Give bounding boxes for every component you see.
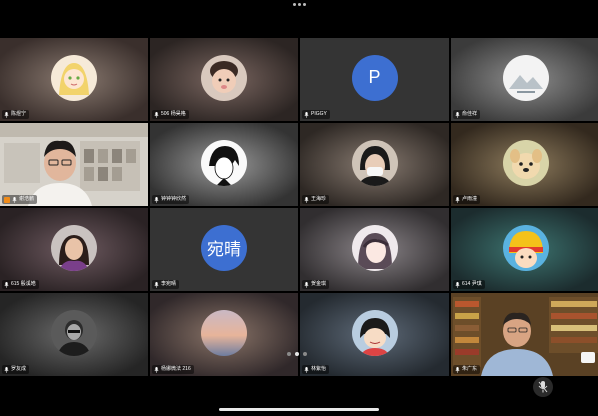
mic-icon — [304, 111, 309, 118]
participant-name: 王海珍 — [311, 196, 327, 202]
participant-name: 李宛晴 — [161, 281, 177, 287]
participant-grid: 陈煜宁 506 杨昊格 P PIGGY 俞佳祥 谢浩鹏 钟钟钟欣然 王海珍 卢雨… — [0, 38, 598, 378]
screen-share-icon — [581, 352, 595, 363]
participant-tile[interactable]: 陈煜宁 — [0, 38, 148, 121]
participant-name-plate: 贺金琪 — [302, 280, 330, 289]
participant-name-plate: 卢雨潼 — [453, 195, 481, 204]
mute-button[interactable] — [533, 377, 553, 397]
participant-tile[interactable]: 615 殷溪皓 — [0, 208, 148, 291]
mic-icon — [304, 366, 309, 373]
participant-name-plate: 朱广东 — [453, 365, 481, 374]
participant-name-plate: 谢浩鹏 — [2, 195, 38, 204]
baby-photo-avatar — [201, 54, 247, 101]
mic-icon — [455, 281, 460, 288]
mic-icon — [304, 281, 309, 288]
participant-tile[interactable]: 506 杨昊格 — [150, 38, 298, 121]
participant-tile[interactable]: 俞佳祥 — [451, 38, 598, 121]
participant-tile[interactable]: P PIGGY — [300, 38, 449, 121]
mic-icon — [4, 111, 9, 118]
active-speaker-tile[interactable]: 朱广东 — [451, 293, 598, 376]
mountain-avatar — [502, 54, 549, 101]
participant-tile[interactable]: 宛晴 李宛晴 — [150, 208, 298, 291]
mic-icon — [304, 196, 309, 203]
cartoon-helmet-avatar — [502, 224, 549, 271]
participant-tile[interactable]: 罗友成 — [0, 293, 148, 376]
mic-icon — [12, 196, 17, 203]
host-badge-icon — [4, 196, 10, 203]
participant-name: 卢雨潼 — [462, 196, 478, 202]
mic-icon — [154, 111, 159, 118]
participant-name: 贺金琪 — [311, 281, 327, 287]
participant-name-plate: 钟钟钟欣然 — [152, 195, 190, 204]
participant-tile[interactable]: 王海珍 — [300, 123, 449, 206]
participant-name: 陈煜宁 — [11, 111, 27, 117]
participant-tile[interactable]: 谢浩鹏 — [0, 123, 148, 206]
window-handle-dots[interactable] — [290, 3, 308, 9]
man-glasses-video — [0, 123, 148, 206]
woman-photo-avatar — [51, 224, 97, 271]
participant-tile[interactable]: 贺金琪 — [300, 208, 449, 291]
participant-name: 钟钟钟欣然 — [161, 196, 187, 202]
participant-name-plate: 615 殷溪皓 — [2, 280, 39, 289]
participant-tile[interactable]: 林紫怡 — [300, 293, 449, 376]
participant-name: 林紫怡 — [311, 366, 327, 372]
text-avatar: 宛晴 — [201, 224, 247, 271]
mic-icon — [4, 281, 9, 288]
letter-avatar: P — [351, 54, 398, 101]
participant-name-plate: 陈煜宁 — [2, 110, 30, 119]
mic-off-icon — [538, 381, 548, 393]
mic-icon — [4, 366, 9, 373]
masked-person-avatar — [351, 139, 398, 186]
anime-boy-avatar — [201, 139, 247, 186]
mic-icon — [455, 111, 460, 118]
page-indicator[interactable] — [287, 352, 307, 356]
mic-icon — [154, 366, 159, 373]
participant-name: 614 尹琪 — [462, 281, 482, 287]
mic-icon — [455, 196, 460, 203]
participant-name: 杨娜微法 216 — [161, 366, 191, 372]
participant-tile[interactable]: 杨娜微法 216 — [150, 293, 298, 376]
participant-name: 506 杨昊格 — [161, 111, 186, 117]
teacher-video — [451, 293, 598, 376]
participant-name-plate: 俞佳祥 — [453, 110, 481, 119]
sunset-avatar — [201, 309, 247, 356]
participant-name: 615 殷溪皓 — [11, 281, 36, 287]
participant-name-plate: PIGGY — [302, 110, 330, 119]
participant-name: 罗友成 — [11, 366, 27, 372]
cartoon-girl-avatar — [351, 309, 398, 356]
participant-name-plate: 林紫怡 — [302, 365, 330, 374]
participant-tile[interactable]: 614 尹琪 — [451, 208, 598, 291]
participant-name-plate: 罗友成 — [2, 365, 30, 374]
anime-girl-avatar-2 — [351, 224, 398, 271]
mic-icon — [455, 366, 460, 373]
participant-name: 朱广东 — [462, 366, 478, 372]
home-indicator-bar[interactable] — [219, 408, 379, 411]
participant-name-plate: 李宛晴 — [152, 280, 180, 289]
mic-icon — [154, 196, 159, 203]
participant-name-plate: 614 尹琪 — [453, 280, 485, 289]
participant-name: PIGGY — [311, 111, 327, 117]
participant-name: 俞佳祥 — [462, 111, 478, 117]
participant-name-plate: 杨娜微法 216 — [152, 365, 194, 374]
participant-name-plate: 王海珍 — [302, 195, 330, 204]
participant-name: 谢浩鹏 — [19, 196, 35, 202]
participant-tile[interactable]: 钟钟钟欣然 — [150, 123, 298, 206]
mic-icon — [154, 281, 159, 288]
bw-photo-avatar — [51, 309, 97, 356]
puppy-avatar — [502, 139, 549, 186]
participant-tile[interactable]: 卢雨潼 — [451, 123, 598, 206]
anime-girl-avatar — [51, 54, 97, 101]
participant-name-plate: 506 杨昊格 — [152, 110, 189, 119]
